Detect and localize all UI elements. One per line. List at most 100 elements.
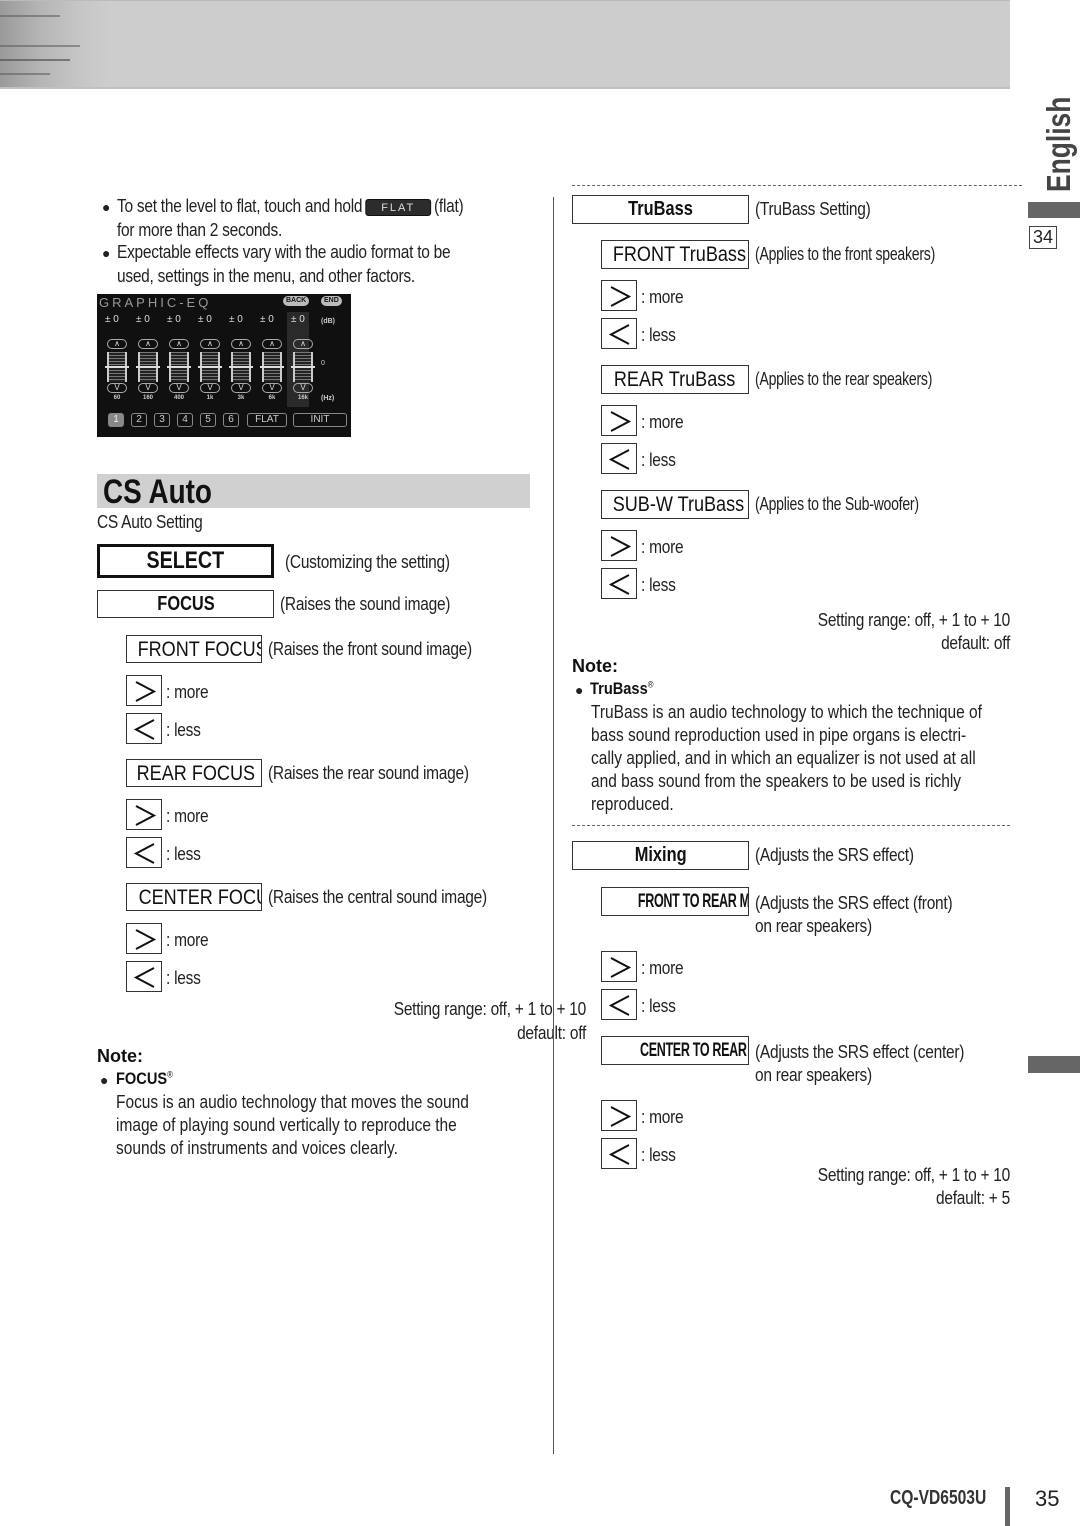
eq-preset-button: 1 xyxy=(108,413,124,427)
banner-texture xyxy=(0,59,70,61)
setting-range: Setting range: off, + 1 to + 10 xyxy=(393,999,587,1019)
sub-setting-key: REAR TruBass xyxy=(601,365,749,394)
chevron-right-icon xyxy=(610,957,632,978)
section-subtitle: CS Auto Setting xyxy=(97,512,203,532)
eq-band-label: 3k xyxy=(237,395,245,401)
dashed-divider xyxy=(572,825,1010,826)
eq-slider xyxy=(229,352,253,382)
note-line: TruBass is an audio technology to which … xyxy=(591,702,982,722)
less-label: : less xyxy=(641,996,676,1016)
eq-band-label: 400 xyxy=(173,395,184,401)
sub-setting-key: CENTER TO REAR Mixing xyxy=(601,1036,749,1065)
more-arrow-key xyxy=(601,1100,637,1131)
bullet-text: (flat) xyxy=(434,196,464,216)
chevron-left-icon xyxy=(608,995,630,1016)
setting-range: Setting range: off, + 1 to + 10 xyxy=(817,1165,1011,1185)
banner-texture xyxy=(0,73,50,75)
end-button: END xyxy=(321,296,342,306)
default-value: default: off xyxy=(517,1023,586,1043)
less-label: : less xyxy=(166,844,201,864)
chevron-left-icon xyxy=(133,843,155,864)
side-marker-bar xyxy=(1028,1056,1080,1073)
column-divider xyxy=(553,197,554,1454)
note-line: reproduced. xyxy=(591,794,674,814)
eq-preset-button: 5 xyxy=(200,413,216,427)
less-label: : less xyxy=(641,1145,676,1165)
eq-slider xyxy=(291,352,315,382)
sub-setting-desc: (Adjusts the SRS effect (center) xyxy=(755,1042,965,1062)
less-arrow-key xyxy=(601,318,637,349)
sub-setting-key: FRONT TruBass xyxy=(601,240,749,269)
note-line: cally applied, and in which an equalizer… xyxy=(591,748,976,768)
model-number: CQ-VD6503U xyxy=(890,1487,987,1509)
eq-down-button: V xyxy=(169,383,189,393)
page-reference: 34 xyxy=(1029,226,1057,249)
eq-slider xyxy=(260,352,284,382)
less-label: : less xyxy=(166,968,201,988)
sub-setting-key: FRONT TO REAR Mixing xyxy=(601,887,749,916)
trubass-button: TruBass xyxy=(572,195,749,224)
sub-setting-desc: (Raises the central sound image) xyxy=(268,887,487,907)
banner-texture xyxy=(0,45,80,47)
eq-down-button: V xyxy=(231,383,251,393)
bullet-icon: ● xyxy=(102,245,111,261)
language-tab-bar xyxy=(1028,202,1080,218)
eq-down-button: V xyxy=(200,383,220,393)
chevron-right-icon xyxy=(610,1106,632,1127)
sub-setting-label: REAR FOCUS xyxy=(136,762,256,785)
less-arrow-key xyxy=(601,1138,637,1169)
more-arrow-key xyxy=(126,799,162,830)
note-heading: FOCUS® xyxy=(116,1069,173,1089)
chevron-right-icon xyxy=(135,929,157,950)
banner-texture xyxy=(0,15,60,17)
eq-preset-button: 3 xyxy=(154,413,170,427)
eq-slider xyxy=(136,352,160,382)
less-arrow-key xyxy=(126,961,162,992)
more-arrow-key xyxy=(601,530,637,561)
sub-setting-key: REAR FOCUS xyxy=(126,759,262,787)
flat-key-icon: FLAT xyxy=(365,198,432,216)
note-line: image of playing sound vertically to rep… xyxy=(116,1115,457,1135)
chevron-right-icon xyxy=(610,536,632,557)
sub-setting-desc: (Applies to the rear speakers) xyxy=(755,369,933,389)
mixing-desc: (Adjusts the SRS effect) xyxy=(755,845,914,865)
bullet-text: used, settings in the menu, and other fa… xyxy=(117,266,415,286)
default-value: default: off xyxy=(941,633,1010,653)
eq-db-value: ± 0 xyxy=(198,314,212,325)
eq-preset-button: 6 xyxy=(223,413,239,427)
more-label: : more xyxy=(641,412,684,432)
less-arrow-key xyxy=(601,443,637,474)
eq-slider xyxy=(198,352,222,382)
mixing-button: Mixing xyxy=(572,841,749,870)
sub-setting-desc: (Raises the rear sound image) xyxy=(268,763,469,783)
sub-setting-key: FRONT FOCUS xyxy=(126,635,262,663)
note-line: Focus is an audio technology that moves … xyxy=(116,1092,469,1112)
select-button: SELECT xyxy=(97,544,274,578)
focus-desc: (Raises the sound image) xyxy=(280,594,451,614)
eq-db-value: ± 0 xyxy=(291,314,305,325)
chevron-left-icon xyxy=(608,449,630,470)
note-line: bass sound reproduction used in pipe org… xyxy=(591,725,967,745)
select-label: SELECT xyxy=(146,547,225,574)
bullet-icon: ● xyxy=(575,682,584,698)
sub-setting-label: REAR TruBass xyxy=(614,368,736,391)
eq-up-button: ∧ xyxy=(293,339,313,349)
chevron-left-icon xyxy=(608,1144,630,1165)
more-arrow-key xyxy=(601,951,637,982)
chevron-left-icon xyxy=(608,324,630,345)
chevron-right-icon xyxy=(135,805,157,826)
more-label: : more xyxy=(641,537,684,557)
bullet-icon: ● xyxy=(100,1072,109,1088)
eq-db-value: ± 0 xyxy=(229,314,243,325)
less-label: : less xyxy=(166,720,201,740)
eq-up-button: ∧ xyxy=(169,339,189,349)
zero-label: 0 xyxy=(321,360,325,367)
less-label: : less xyxy=(641,450,676,470)
note-title: Note: xyxy=(97,1046,143,1066)
eq-slider xyxy=(167,352,191,382)
select-desc: (Customizing the setting) xyxy=(285,552,450,572)
less-arrow-key xyxy=(126,837,162,868)
more-arrow-key xyxy=(126,923,162,954)
bullet-text: Expectable effects vary with the audio f… xyxy=(117,242,451,262)
eq-preset-button: 4 xyxy=(177,413,193,427)
